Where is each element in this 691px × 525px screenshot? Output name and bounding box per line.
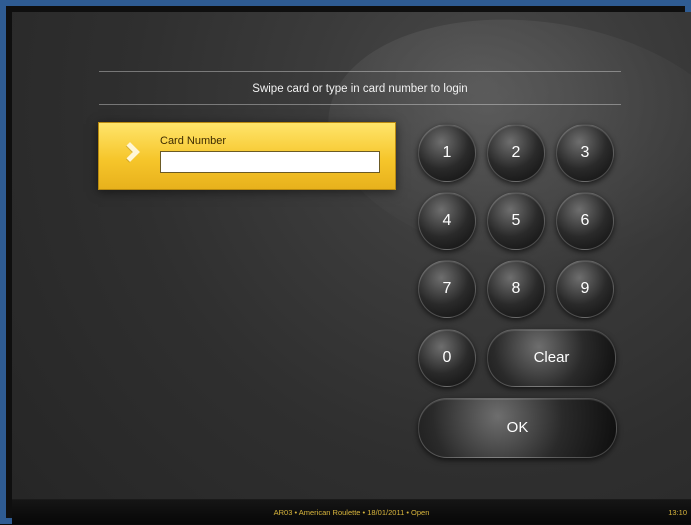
keypad-5-button[interactable]: 5 [487, 192, 545, 250]
keypad-4-button[interactable]: 4 [418, 192, 476, 250]
card-number-label: Card Number [160, 135, 227, 147]
status-bar-text: AR03 • American Roulette • 18/01/2011 • … [273, 508, 430, 517]
keypad-8-button[interactable]: 8 [487, 260, 545, 318]
bottom-divider [99, 104, 621, 105]
ok-button[interactable]: OK [418, 398, 617, 458]
keypad-1-button[interactable]: 1 [418, 124, 476, 182]
login-prompt: Swipe card or type in card number to log… [252, 83, 468, 95]
keypad-0-button[interactable]: 0 [418, 329, 476, 387]
clear-button[interactable]: Clear [487, 329, 616, 387]
app-window: Swipe card or type in card number to log… [0, 0, 691, 524]
top-divider [99, 71, 621, 72]
keypad-6-button[interactable]: 6 [556, 192, 614, 250]
keypad-3-button[interactable]: 3 [556, 124, 614, 182]
status-bar: AR03 • American Roulette • 18/01/2011 • … [12, 499, 691, 524]
login-screen: Swipe card or type in card number to log… [12, 12, 691, 499]
status-bar-time: 13:10 [668, 508, 687, 517]
card-number-panel: Card Number [98, 122, 396, 190]
card-number-input[interactable] [160, 151, 380, 173]
chevron-right-icon [120, 142, 140, 162]
keypad-7-button[interactable]: 7 [418, 260, 476, 318]
keypad-2-button[interactable]: 2 [487, 124, 545, 182]
keypad-9-button[interactable]: 9 [556, 260, 614, 318]
